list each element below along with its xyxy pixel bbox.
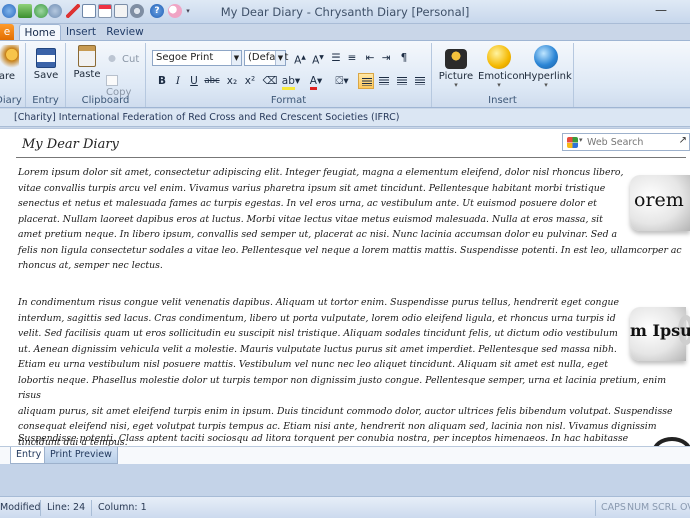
chevron-down-icon: ▼ [275, 51, 285, 65]
emoticon-button[interactable]: Emoticon ▾ [478, 45, 525, 89]
mug-image-2[interactable]: m Ipsun [626, 299, 690, 369]
diary-group-label: Diary [0, 95, 22, 106]
tab-print-preview[interactable]: Print Preview [44, 447, 118, 464]
ribbon: are Diary Save Entry Paste Cut Copy Clip… [0, 40, 690, 108]
paste-button[interactable]: Paste [72, 45, 102, 80]
title-divider [16, 157, 686, 158]
strikethrough-button[interactable]: abc [202, 73, 222, 89]
paragraph-1[interactable]: Lorem ipsum dolor sit amet, consectetur … [18, 165, 690, 274]
title-bar: ? ▾ My Dear Diary - Chrysanth Diary [Per… [0, 0, 690, 24]
tab-home[interactable]: Home [19, 24, 61, 41]
status-caps: CAPS [601, 502, 626, 513]
save-button[interactable]: Save [31, 45, 61, 81]
mug-1-caption: orem Ip [634, 189, 690, 211]
ribbon-tabs: e Home Insert Review [0, 24, 690, 41]
font-size-select[interactable]: (Default ▼ [244, 50, 288, 66]
diary-share-button[interactable]: are [0, 45, 24, 82]
paragraph-icon[interactable]: ¶ [396, 50, 412, 66]
superscript-button[interactable]: x² [242, 73, 258, 89]
status-scrl: SCRL [652, 502, 677, 513]
tab-review[interactable]: Review [104, 24, 146, 41]
scissors-icon [106, 53, 118, 64]
search-go-icon[interactable]: ↗ [679, 135, 687, 146]
grow-font-icon[interactable]: A▲ [292, 50, 308, 67]
align-center-button[interactable] [376, 73, 392, 89]
align-center-icon [379, 77, 389, 85]
shrink-font-icon[interactable]: A▼ [310, 50, 326, 67]
status-mode: Modified [0, 502, 41, 513]
eraser-icon[interactable]: ⌫ [262, 73, 278, 89]
status-bar: Modified Line: 24 Column: 1 CAPS NUM SCR… [0, 496, 690, 518]
charity-bar[interactable]: [Charity] International Federation of Re… [0, 109, 690, 127]
status-num: NUM [627, 502, 650, 513]
status-line: Line: 24 [47, 502, 86, 513]
chevron-down-icon[interactable]: ▾ [579, 136, 583, 144]
italic-button[interactable]: I [170, 73, 186, 89]
clipboard-group-label: Clipboard [81, 95, 130, 106]
align-left-icon [362, 78, 372, 86]
decrease-indent-icon[interactable]: ⇤ [362, 50, 378, 66]
globe-icon [534, 45, 558, 69]
bullet-list-icon[interactable]: ☰ [328, 50, 344, 66]
tab-insert[interactable]: Insert [62, 24, 100, 41]
font-name-select[interactable]: Segoe Print ▼ [152, 50, 242, 66]
diary-title[interactable]: My Dear Diary [22, 137, 119, 152]
tab-entry[interactable]: Entry [10, 447, 48, 464]
web-search-box[interactable]: ▾ ↗ [562, 133, 690, 151]
panel-background [0, 464, 690, 496]
entry-group-label: Entry [32, 95, 59, 106]
insert-group-label: Insert [488, 95, 517, 106]
share-icon [0, 45, 19, 69]
numbered-list-icon[interactable]: ≡ [344, 50, 360, 66]
paragraph-2[interactable]: In condimentum risus congue velit venena… [18, 295, 690, 450]
status-column: Column: 1 [98, 502, 147, 513]
chevron-down-icon: ▼ [231, 51, 241, 65]
paste-icon [78, 45, 96, 67]
application-menu-button[interactable]: e [0, 24, 14, 41]
background-color-icon[interactable]: ⛋▾ [332, 73, 352, 89]
cut-button[interactable]: Cut [106, 53, 139, 65]
increase-indent-icon[interactable]: ⇥ [378, 50, 394, 66]
save-icon [36, 48, 56, 68]
view-tabs: Entry Print Preview [0, 446, 690, 464]
highlight-icon[interactable]: ab▾ [280, 73, 302, 90]
picture-icon [445, 49, 467, 69]
format-group: Segoe Print ▼ (Default ▼ A▲ A▼ ☰ ≡ ⇤ ⇥ ¶… [146, 43, 432, 107]
align-left-button[interactable] [358, 73, 374, 89]
picture-button[interactable]: Picture ▾ [436, 45, 476, 89]
subscript-button[interactable]: x₂ [224, 73, 240, 89]
underline-button[interactable]: U [186, 73, 202, 89]
diary-group: are Diary [0, 43, 26, 107]
clipboard-group: Paste Cut Copy Clipboard [66, 43, 146, 107]
mug-image-1[interactable]: orem Ip [624, 167, 690, 239]
search-engine-icon[interactable] [567, 137, 578, 148]
font-color-icon[interactable]: A▾ [306, 73, 326, 90]
diary-editor[interactable]: My Dear Diary ▾ ↗ Lorem ipsum dolor sit … [0, 128, 690, 448]
align-right-button[interactable] [394, 73, 410, 89]
justify-icon [415, 77, 425, 85]
justify-button[interactable] [412, 73, 428, 89]
copy-icon [106, 75, 118, 86]
emoticon-icon [487, 45, 511, 69]
entry-group: Save Entry [26, 43, 66, 107]
status-ovr: OV [680, 502, 690, 513]
mug-2-caption: m Ipsun [630, 321, 690, 340]
paragraph-3[interactable]: Suspendisse potenti. Class aptent taciti… [18, 431, 690, 447]
insert-group: Picture ▾ Emoticon ▾ Hyperlink ▾ Insert [432, 43, 574, 107]
minimize-button[interactable]: — [650, 3, 672, 19]
format-group-label: Format [270, 95, 307, 106]
window-title: My Dear Diary - Chrysanth Diary [Persona… [220, 5, 470, 19]
charity-text[interactable]: [Charity] International Federation of Re… [14, 112, 399, 123]
align-right-icon [397, 77, 407, 85]
hyperlink-button[interactable]: Hyperlink ▾ [524, 45, 572, 89]
search-input[interactable] [587, 135, 677, 149]
bold-button[interactable]: B [154, 73, 170, 89]
